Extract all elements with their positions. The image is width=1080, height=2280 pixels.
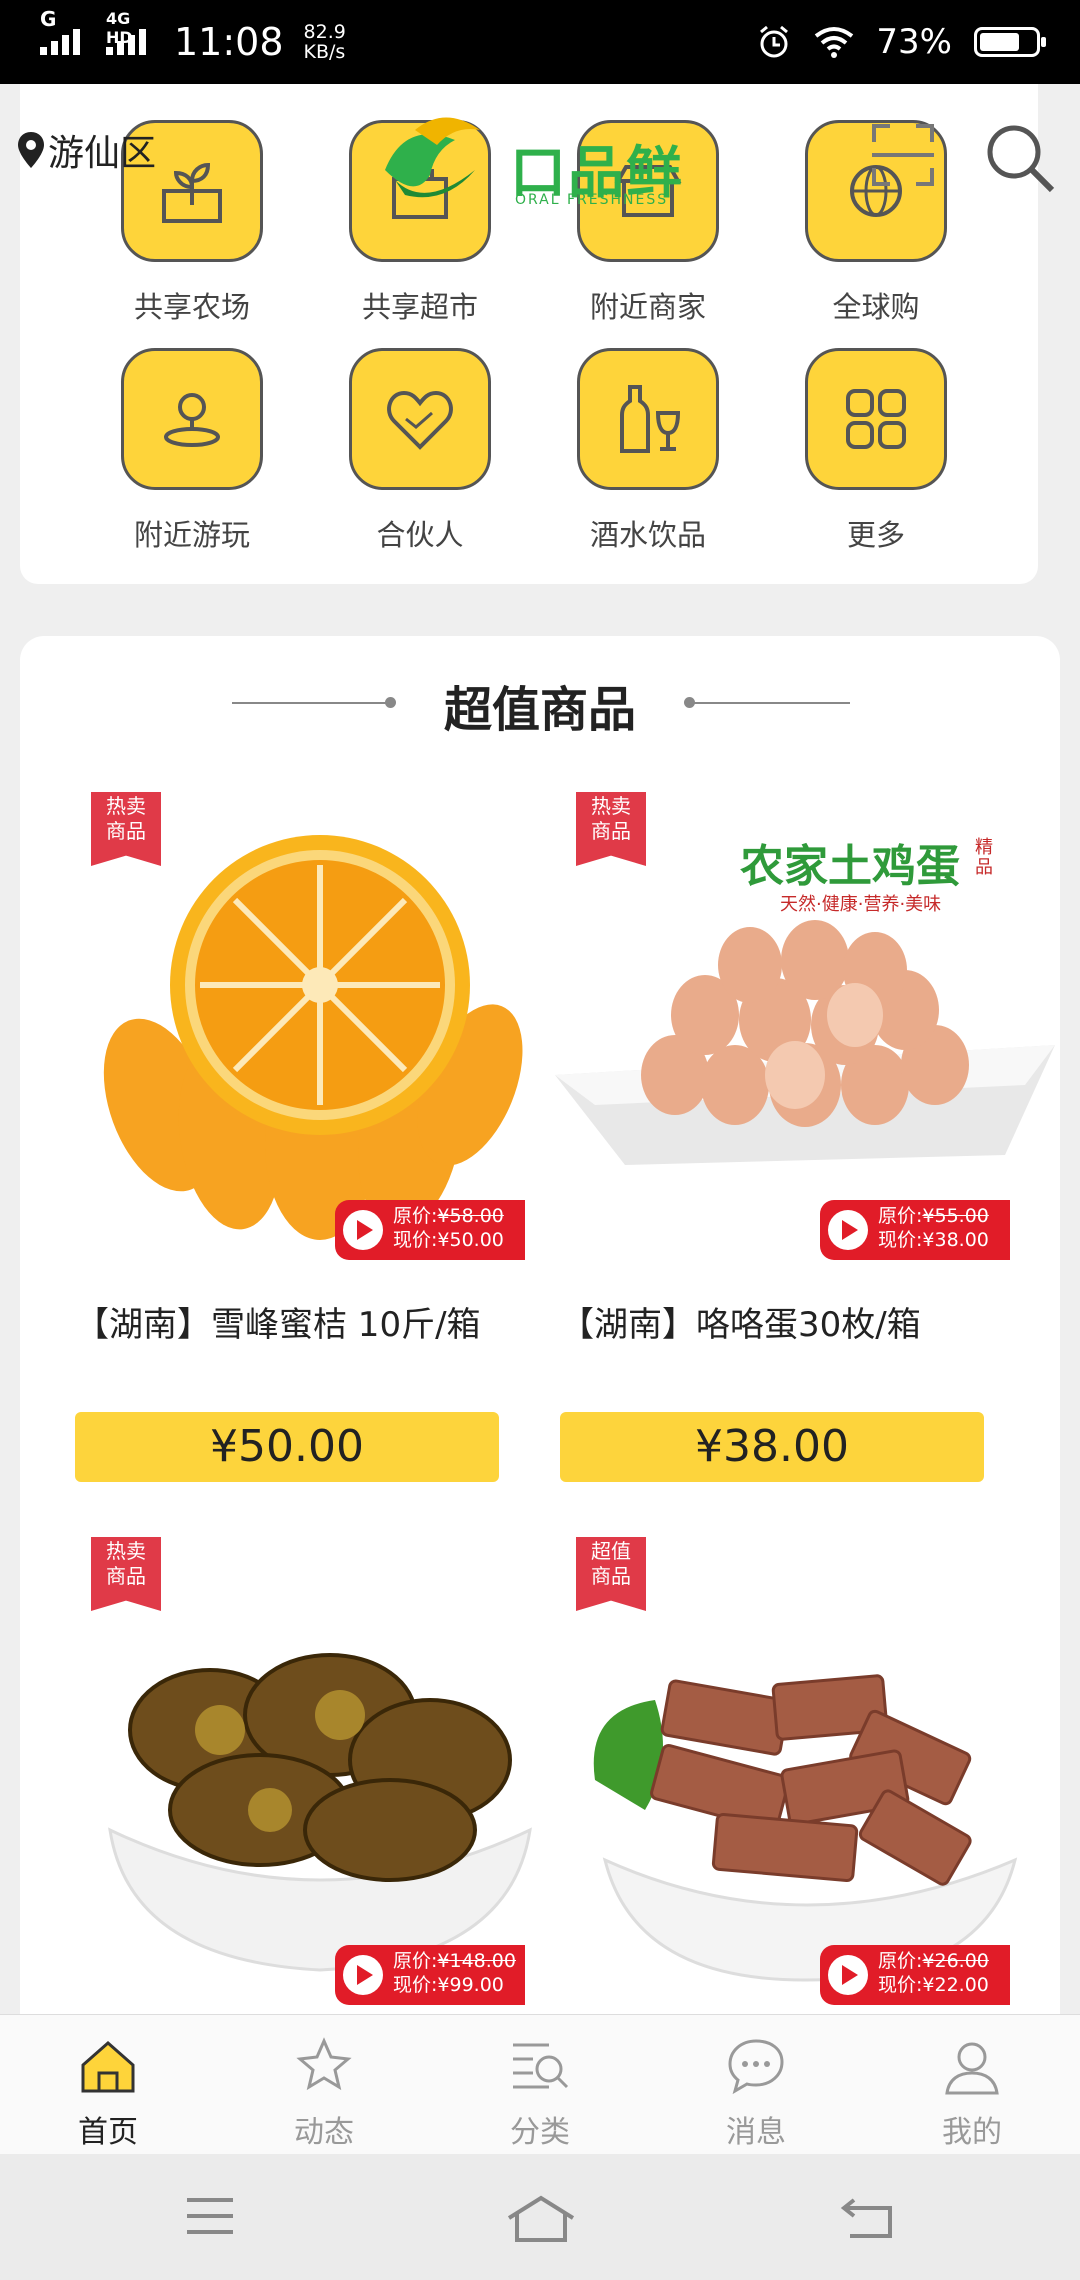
category-label: 附近游玩 [133, 518, 250, 552]
tab-label: 首页 [78, 2115, 138, 2150]
now-price: ¥50.00 [437, 1229, 504, 1251]
orig-price: ¥148.00 [437, 1950, 516, 1972]
category-label: 酒水饮品 [589, 518, 706, 552]
category-label: 共享超市 [361, 290, 478, 324]
category-label: 全球购 [832, 290, 920, 324]
alarm-icon [760, 25, 789, 58]
hot-badge: 热卖 商品 [91, 792, 161, 866]
location-selector[interactable]: 游仙区 [14, 124, 156, 176]
price-button[interactable]: ¥50.00 [75, 1412, 499, 1482]
price-tag: 原价:¥148.00 现价:¥99.00 [335, 1945, 525, 2005]
now-price: ¥22.00 [922, 1974, 989, 1996]
category-label: 合伙人 [376, 518, 464, 552]
now-label: 现价: [878, 1229, 923, 1251]
orig-price: ¥58.00 [437, 1205, 504, 1227]
price-tag: 原价:¥26.00 现价:¥22.00 [820, 1945, 1010, 2005]
egg-brand-title: 农家土鸡蛋 [740, 841, 960, 892]
bottom-tab-bar: 首页 动态 分类 消息 我的 [0, 2014, 1080, 2155]
category-label: 附近商家 [589, 290, 706, 324]
section-title: 超值商品 [443, 682, 636, 738]
network-type: G [40, 7, 57, 31]
category-item[interactable]: 酒水饮品 [568, 348, 728, 554]
leaf-logo-icon [385, 117, 480, 198]
search-icon[interactable] [982, 120, 1058, 196]
message-icon [728, 2039, 784, 2095]
egg-brand-sub: 天然·健康·营养·美味 [780, 894, 942, 915]
play-icon [828, 1210, 868, 1250]
product-name[interactable]: 【湖南】雪峰蜜桔 10斤/箱 [75, 1300, 535, 1350]
tab-label: 动态 [294, 2115, 354, 2150]
category-item[interactable]: 合伙人 [340, 348, 500, 554]
orig-price: ¥55.00 [922, 1205, 989, 1227]
signal-icon: G [40, 7, 80, 55]
scan-icon[interactable] [868, 120, 938, 190]
now-label: 现价: [393, 1229, 438, 1251]
network-type: 4G HD [106, 9, 133, 47]
now-price: ¥99.00 [437, 1974, 504, 1996]
system-nav-bar [0, 2154, 1080, 2280]
hot-badge: 热卖 商品 [91, 1537, 161, 1611]
battery-icon [974, 27, 1046, 57]
clock: 11:08 [174, 20, 284, 64]
status-bar: G 4G HD 11:08 82.9 KB/s 73% [0, 0, 1080, 84]
orig-label: 原价: [393, 1205, 438, 1227]
tab-profile[interactable]: 我的 [864, 2015, 1080, 2155]
hot-badge: 热卖 商品 [576, 792, 646, 866]
bottle-glass-icon [577, 348, 719, 490]
signal-icon: 4G HD [106, 9, 146, 55]
tab-label: 分类 [510, 2115, 570, 2150]
price-button[interactable]: ¥38.00 [560, 1412, 984, 1482]
product-name[interactable]: 【湖南】咯咯蛋30枚/箱 [560, 1300, 1020, 1350]
back-icon[interactable] [840, 2194, 896, 2240]
category-item[interactable]: 更多 [796, 348, 956, 554]
tab-home[interactable]: 首页 [0, 2015, 216, 2155]
category-search-icon [513, 2043, 569, 2089]
play-icon [343, 1955, 383, 1995]
hot-badge: 超值 商品 [576, 1537, 646, 1611]
top-header: 游仙区 口品鲜 ORAL FRESHNESS [0, 110, 1080, 210]
location-label: 游仙区 [48, 133, 157, 174]
home-icon [81, 2041, 135, 2093]
handshake-heart-icon [349, 348, 491, 490]
orig-price: ¥26.00 [922, 1950, 989, 1972]
now-label: 现价: [393, 1974, 438, 1996]
net-speed: 82.9 KB/s [303, 21, 346, 63]
location-person-icon [121, 348, 263, 490]
now-label: 现价: [878, 1974, 923, 1996]
play-icon [343, 1210, 383, 1250]
egg-brand-seal: 精品 [975, 837, 993, 878]
user-icon [945, 2042, 999, 2095]
menu-icon[interactable] [185, 2194, 235, 2238]
tab-category[interactable]: 分类 [432, 2015, 648, 2155]
category-label: 共享农场 [133, 290, 250, 324]
category-label: 更多 [846, 518, 905, 552]
battery-percent: 73% [876, 22, 952, 62]
brand-logo: 口品鲜 ORAL FRESHNESS [375, 110, 705, 220]
wifi-icon [815, 27, 854, 58]
tab-feed[interactable]: 动态 [216, 2015, 432, 2155]
tab-messages[interactable]: 消息 [648, 2015, 864, 2155]
location-pin-icon [18, 132, 44, 168]
category-item[interactable]: 附近游玩 [112, 348, 272, 554]
price-tag: 原价:¥58.00 现价:¥50.00 [335, 1200, 525, 1260]
tab-label: 我的 [942, 2115, 1002, 2150]
tab-label: 消息 [726, 2115, 786, 2150]
price-tag: 原价:¥55.00 现价:¥38.00 [820, 1200, 1010, 1260]
grid-more-icon [805, 348, 947, 490]
orig-label: 原价: [878, 1950, 923, 1972]
title-divider-right [690, 702, 850, 704]
home-outline-icon[interactable] [505, 2194, 577, 2244]
play-icon [828, 1955, 868, 1995]
now-price: ¥38.00 [922, 1229, 989, 1251]
star-icon [296, 2037, 352, 2091]
orig-label: 原价: [393, 1950, 438, 1972]
orig-label: 原价: [878, 1205, 923, 1227]
